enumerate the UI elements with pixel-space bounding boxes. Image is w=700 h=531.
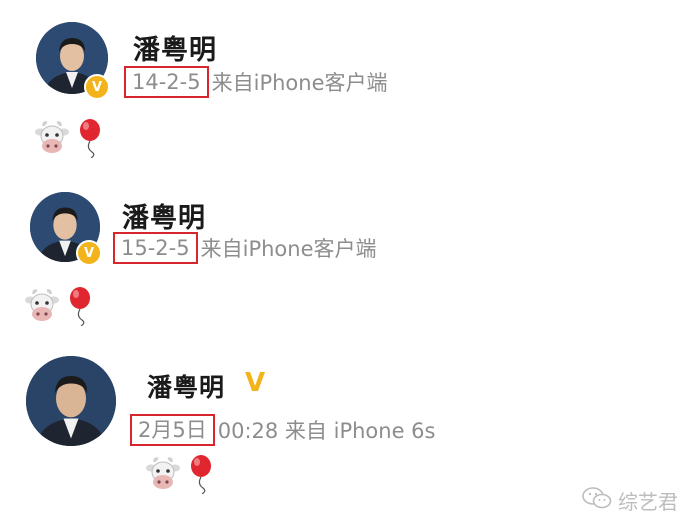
post-meta: 14-2-5 来自iPhone客户端 [124,66,388,98]
red-balloon-emoji [187,454,215,494]
person-portrait-icon [26,356,116,446]
username[interactable]: 潘粤明 [122,196,206,235]
red-balloon-emoji [66,286,94,326]
post-content [34,118,104,158]
post-meta: 2月5日 00:28 来自 iPhone 6s [130,414,435,446]
post-meta: 15-2-5 来自iPhone客户端 [113,232,377,264]
verified-v-icon: V [245,368,266,398]
avatar[interactable] [26,356,116,446]
watermark-text: 综艺君 [618,490,678,514]
cow-face-emoji [145,457,181,491]
verified-badge-icon: V [76,240,102,266]
red-balloon-emoji [76,118,104,158]
cow-face-emoji [24,289,60,323]
post-content [145,454,215,494]
post-date-highlighted: 14-2-5 [124,66,209,98]
post-content [24,286,94,326]
username[interactable]: 潘粤明 [147,368,225,404]
post-source: 来自iPhone客户端 [211,71,388,95]
verified-badge-icon: V [84,74,110,100]
post-source: 来自iPhone客户端 [200,237,377,261]
watermark: 综艺君 [582,486,678,515]
post-date-highlighted: 15-2-5 [113,232,198,264]
wechat-icon [582,486,612,515]
post-date-highlighted: 2月5日 [130,414,215,446]
cow-face-emoji [34,121,70,155]
username[interactable]: 潘粤明 [133,28,217,67]
post-source: 00:28 来自 iPhone 6s [217,419,436,443]
